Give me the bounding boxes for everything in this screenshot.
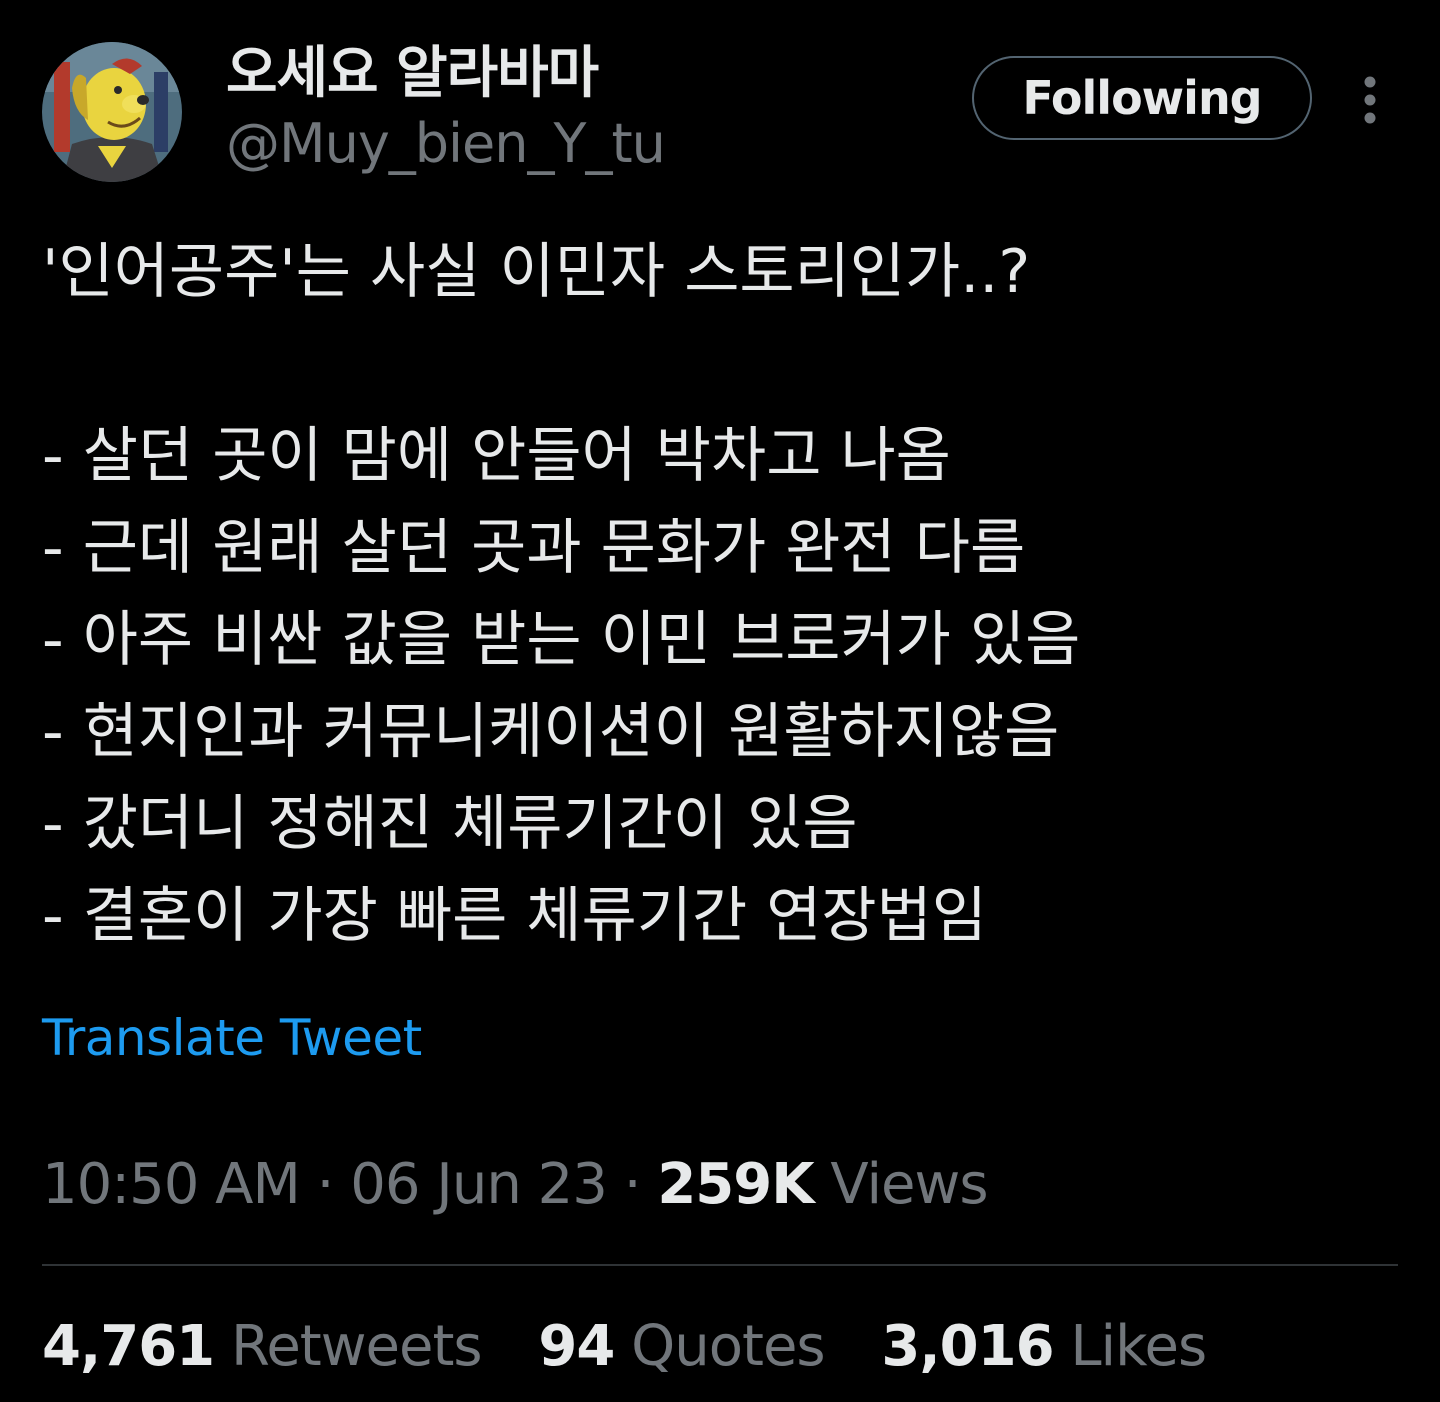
views-count: 259K: [657, 1152, 814, 1217]
tweet-line: - 현지인과 커뮤니케이션이 원활하지않음: [42, 697, 1060, 767]
likes-label: Likes: [1070, 1314, 1207, 1379]
tweet-meta: 10:50 AM · 06 Jun 23 · 259K Views: [42, 1152, 989, 1218]
tweet-line: - 결혼이 가장 빠른 체류기간 연장법임: [42, 881, 988, 951]
likes-count: 3,016: [881, 1314, 1054, 1379]
user-handle[interactable]: @Muy_bien_Y_tu: [226, 112, 666, 176]
tweet-line: '인어공주'는 사실 이민자 스토리인가..?: [42, 237, 1031, 307]
quotes-label: Quotes: [631, 1314, 825, 1379]
tweet-time[interactable]: 10:50 AM: [42, 1152, 301, 1217]
views-label: Views: [830, 1152, 988, 1217]
tweet-line: - 근데 원래 살던 곳과 문화가 완전 다름: [42, 513, 1026, 583]
tweet-line: - 아주 비싼 값을 받는 이민 브로커가 있음: [42, 605, 1081, 675]
yellow-dog-avatar-icon: [42, 42, 182, 182]
tweet-line: - 갔더니 정해진 체류기간이 있음: [42, 789, 858, 859]
divider: [42, 1264, 1398, 1266]
meta-separator: ·: [623, 1152, 642, 1217]
tweet-stats: 4,761 Retweets 94 Quotes 3,016 Likes: [42, 1314, 1246, 1380]
tweet-date[interactable]: 06 Jun 23: [350, 1152, 608, 1217]
avatar[interactable]: [42, 42, 182, 182]
quotes-count: 94: [538, 1314, 615, 1379]
quotes-stat[interactable]: 94 Quotes: [538, 1314, 825, 1380]
retweets-count: 4,761: [42, 1314, 215, 1379]
tweet-text: '인어공주'는 사실 이민자 스토리인가..? - 살던 곳이 맘에 안들어 박…: [42, 226, 1402, 962]
translate-tweet-link[interactable]: Translate Tweet: [42, 1008, 422, 1068]
display-name[interactable]: 오세요 알라바마: [226, 42, 599, 106]
retweets-stat[interactable]: 4,761 Retweets: [42, 1314, 483, 1380]
tweet-line: - 살던 곳이 맘에 안들어 박차고 나옴: [42, 421, 951, 491]
meta-separator: ·: [316, 1152, 335, 1217]
more-vertical-icon[interactable]: [1350, 74, 1390, 126]
retweets-label: Retweets: [230, 1314, 483, 1379]
following-button[interactable]: Following: [972, 56, 1312, 140]
likes-stat[interactable]: 3,016 Likes: [881, 1314, 1207, 1380]
